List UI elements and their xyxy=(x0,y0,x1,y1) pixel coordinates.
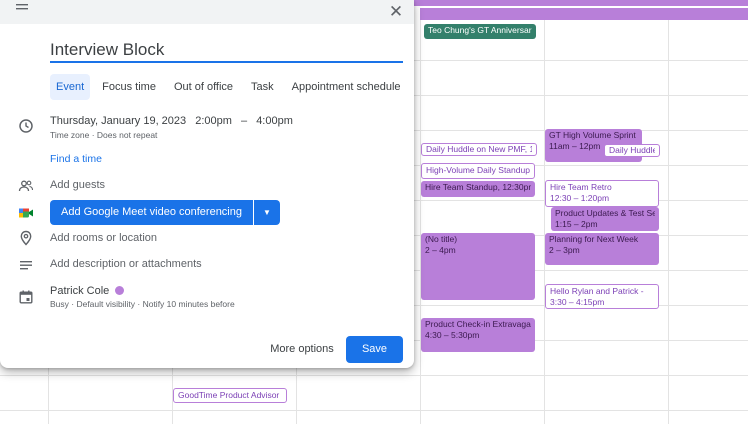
google-meet-icon xyxy=(18,205,34,221)
event-high-volume-standup[interactable]: High-Volume Daily Standup, xyxy=(421,163,535,179)
event-type-tabs: Event Focus time Out of office Task Appo… xyxy=(50,74,413,100)
event-title: Product Check-in Extravagar xyxy=(425,319,531,329)
tab-appointment-schedule[interactable]: Appointment schedule xyxy=(286,74,407,100)
event-title: Daily Huddle on New PMF, 11: xyxy=(426,145,532,154)
event-daily-huddle-2[interactable]: Daily Huddle o xyxy=(604,144,660,157)
event-hello-rylan[interactable]: Hello Rylan and Patrick - 3:30 – 4:15pm xyxy=(545,284,659,309)
event-title: Hire Team Standup, 12:30pm xyxy=(425,182,531,192)
tab-task[interactable]: Task xyxy=(245,74,280,100)
close-icon[interactable]: ✕ xyxy=(386,2,406,22)
add-description-field[interactable]: Add description or attachments xyxy=(50,258,202,270)
add-meet-button[interactable]: Add Google Meet video conferencing xyxy=(50,200,253,225)
drag-handle-icon[interactable] xyxy=(16,3,28,17)
tab-out-of-office[interactable]: Out of office xyxy=(168,74,239,100)
grid-line xyxy=(544,20,545,424)
time-dash: – xyxy=(241,115,248,127)
more-options-button[interactable]: More options xyxy=(266,338,338,360)
event-title: (No title) xyxy=(425,234,458,244)
meet-dropdown-button[interactable]: ▼ xyxy=(254,200,280,225)
event-title: High-Volume Daily Standup, xyxy=(426,165,530,175)
event-time: 2 – 4pm xyxy=(425,245,456,255)
event-title: Hire Team Retro xyxy=(550,182,612,192)
event-product-updates[interactable]: Product Updates & Test Se 1:15 – 2pm xyxy=(551,207,659,231)
event-title: Planning for Next Week xyxy=(549,234,639,244)
event-title: Teo Chung's GT Anniversar xyxy=(428,25,532,35)
event-title: GoodTime Product Advisor xyxy=(178,390,280,400)
event-end-time[interactable]: 4:00pm xyxy=(256,115,293,127)
hour-line xyxy=(0,375,748,376)
event-goodtime[interactable]: GoodTime Product Advisor xyxy=(173,388,287,403)
clock-icon xyxy=(18,118,34,134)
save-button[interactable]: Save xyxy=(346,336,403,363)
add-location-field[interactable]: Add rooms or location xyxy=(50,232,157,244)
event-date[interactable]: Thursday, January 19, 2023 xyxy=(50,115,186,127)
allday-event-bar[interactable] xyxy=(420,8,748,20)
location-pin-icon xyxy=(18,230,34,246)
screen: Teo Chung's GT Anniversar Daily Huddle o… xyxy=(0,0,748,424)
event-time: 1:15 – 2pm xyxy=(555,219,598,229)
event-title: Hello Rylan and Patrick - xyxy=(550,286,644,296)
timezone-repeat-text[interactable]: Time zone · Does not repeat xyxy=(50,130,157,140)
event-hire-team-retro[interactable]: Hire Team Retro 12:30 – 1:20pm xyxy=(545,180,659,207)
event-time: 2 – 3pm xyxy=(549,245,580,255)
grid-line xyxy=(420,20,421,424)
event-dialog: ✕ Interview Block Event Focus time Out o… xyxy=(0,0,414,368)
datetime-line[interactable]: Thursday, January 19, 2023 2:00pm – 4:00… xyxy=(50,115,299,127)
tab-focus-time[interactable]: Focus time xyxy=(96,74,162,100)
event-no-title[interactable]: (No title) 2 – 4pm xyxy=(421,233,535,300)
event-planning[interactable]: Planning for Next Week 2 – 3pm xyxy=(545,233,659,265)
dialog-header[interactable]: ✕ xyxy=(0,0,414,24)
event-daily-huddle[interactable]: Daily Huddle on New PMF, 11: xyxy=(421,143,537,156)
owner-settings-text[interactable]: Busy · Default visibility · Notify 10 mi… xyxy=(50,299,235,309)
event-time: 4:30 – 5:30pm xyxy=(425,330,480,340)
owner-name: Patrick Cole xyxy=(50,285,110,297)
event-start-time[interactable]: 2:00pm xyxy=(195,115,232,127)
hour-line xyxy=(0,410,748,411)
event-title-input[interactable]: Interview Block xyxy=(50,38,403,63)
event-time: 12:30 – 1:20pm xyxy=(550,193,610,203)
chevron-down-icon: ▼ xyxy=(263,208,271,217)
find-a-time-link[interactable]: Find a time xyxy=(50,153,102,165)
calendar-color-dot xyxy=(115,286,125,295)
event-title: GT High Volume Sprint xyxy=(549,130,636,140)
calendar-owner[interactable]: Patrick Cole xyxy=(50,285,125,297)
allday-event-teo[interactable]: Teo Chung's GT Anniversar xyxy=(424,24,536,39)
event-hire-team-standup[interactable]: Hire Team Standup, 12:30pm xyxy=(421,181,535,197)
people-icon xyxy=(18,178,34,194)
calendar-icon xyxy=(18,289,34,305)
description-icon xyxy=(18,257,34,273)
tab-event[interactable]: Event xyxy=(50,74,91,100)
grid-line xyxy=(668,20,669,424)
event-title: Daily Huddle o xyxy=(609,146,655,155)
event-time: 3:30 – 4:15pm xyxy=(550,297,605,307)
event-title: Product Updates & Test Se xyxy=(555,208,655,218)
event-product-checkin[interactable]: Product Check-in Extravagar 4:30 – 5:30p… xyxy=(421,318,535,352)
add-guests-field[interactable]: Add guests xyxy=(50,179,105,191)
